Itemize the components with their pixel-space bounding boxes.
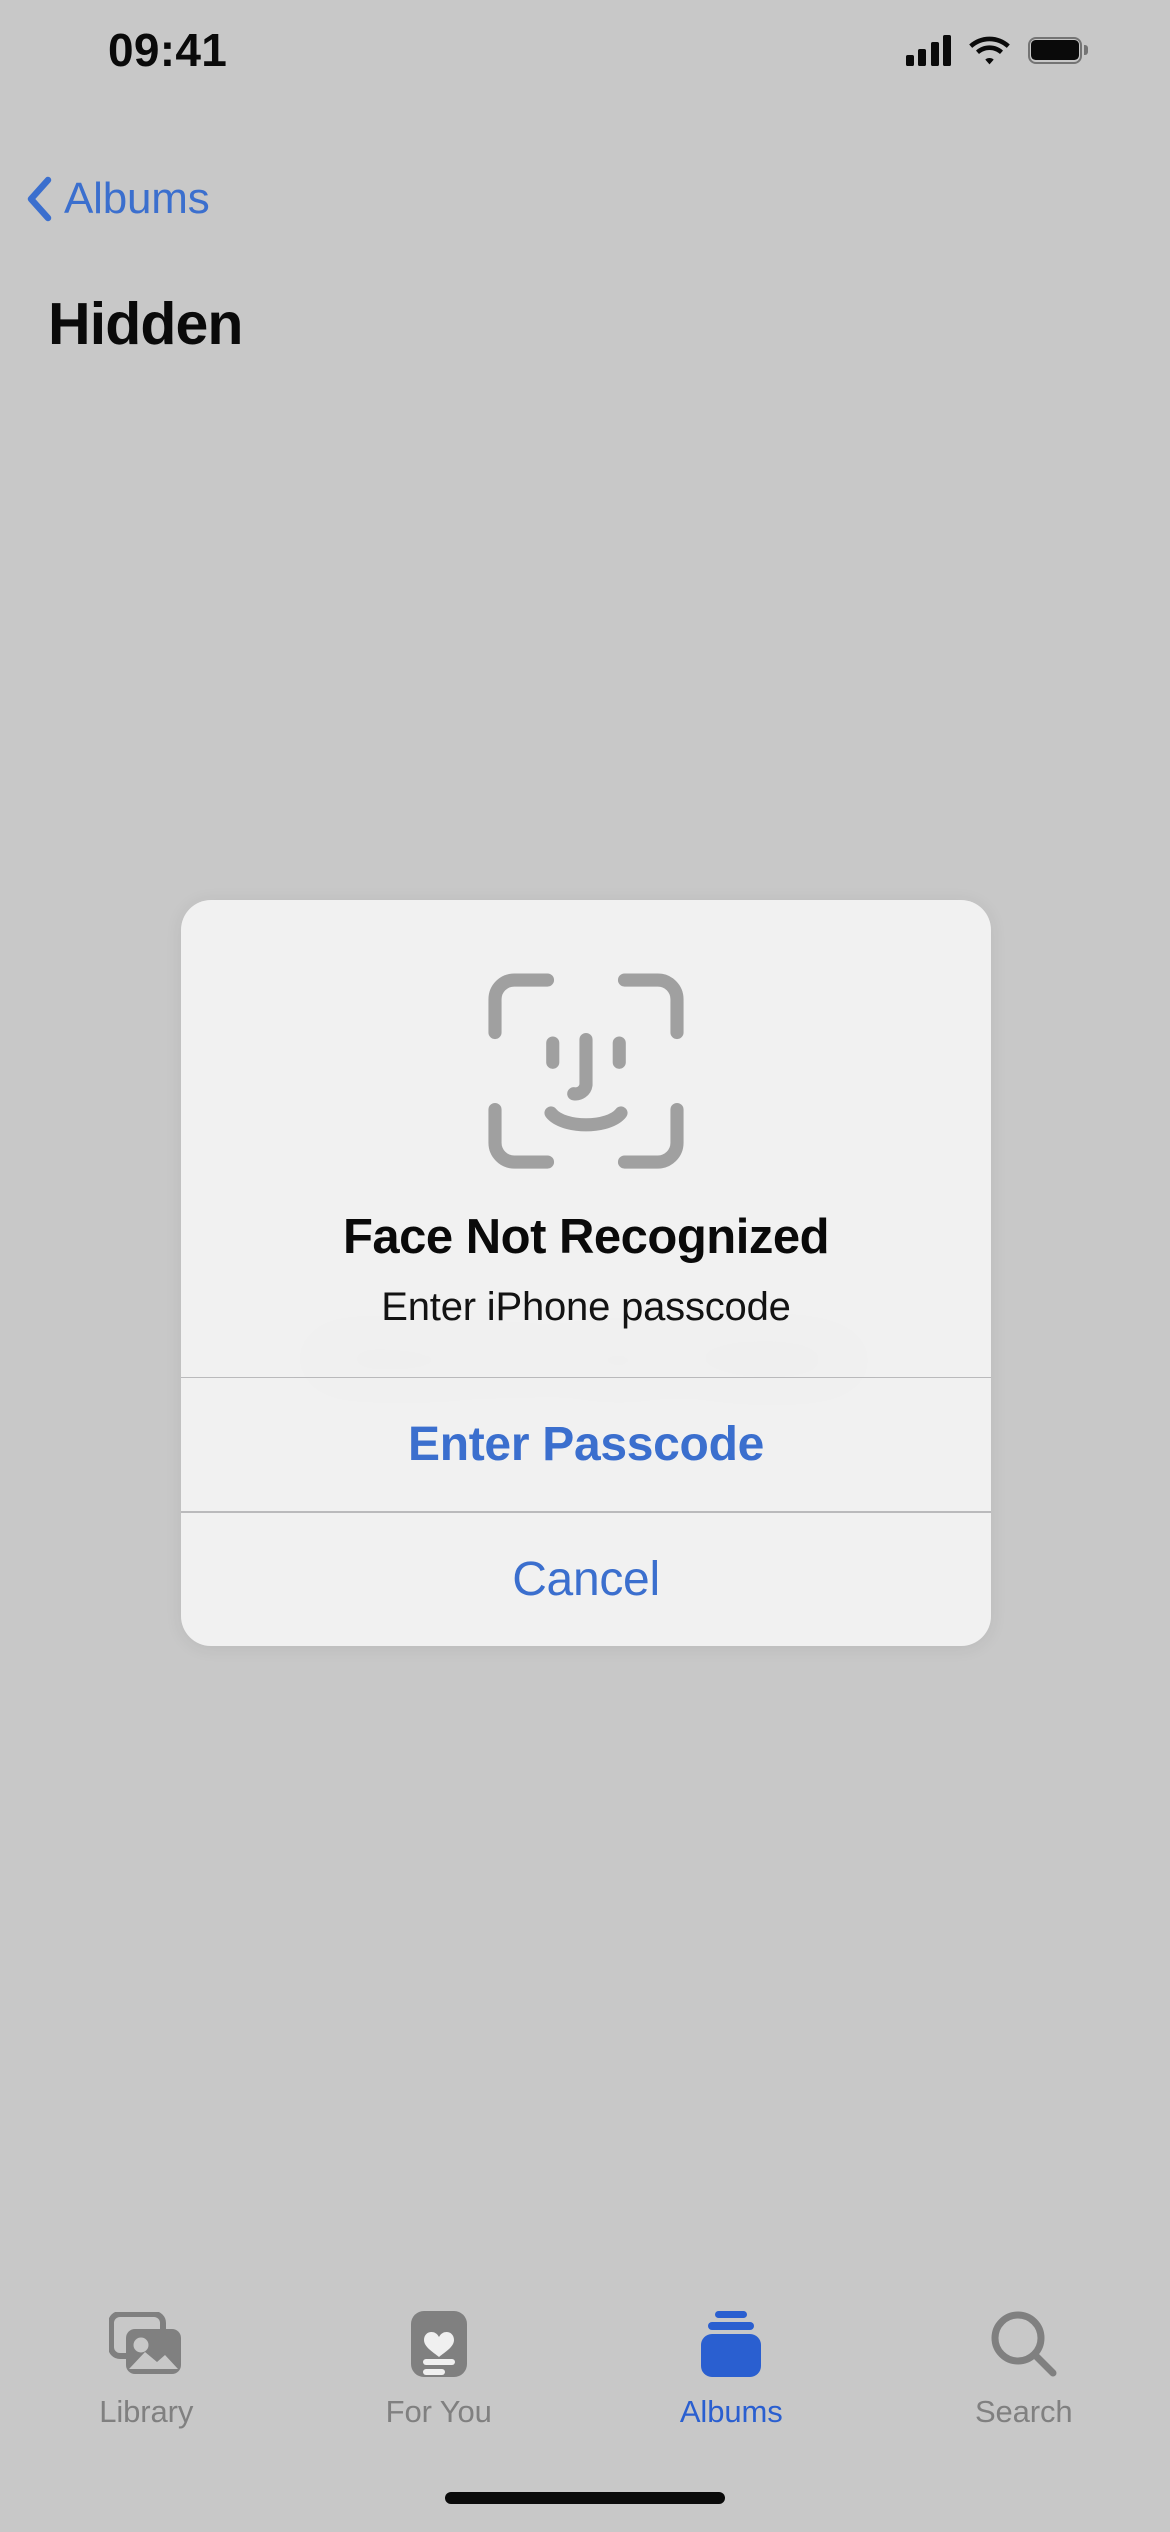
cancel-button[interactable]: Cancel: [181, 1513, 991, 1646]
battery-full-icon: [1028, 36, 1088, 64]
tab-library-label: Library: [99, 2394, 194, 2429]
status-bar: 09:41: [0, 0, 1170, 100]
tab-albums-label: Albums: [679, 2394, 783, 2429]
tab-for-you[interactable]: For You: [293, 2306, 586, 2427]
back-button[interactable]: Albums: [22, 176, 210, 222]
photos-hidden-album-screen: 09:41 Albums Hidden Face Not Recognized …: [0, 0, 1170, 2532]
tab-albums[interactable]: Albums: [585, 2306, 878, 2427]
wifi-icon: [969, 35, 1010, 66]
tab-search[interactable]: Search: [878, 2306, 1170, 2427]
albums-stack-icon: [693, 2306, 769, 2382]
tab-for-you-label: For You: [385, 2394, 492, 2429]
heart-card-icon: [401, 2306, 477, 2382]
status-bar-time: 09:41: [108, 24, 228, 76]
tab-search-label: Search: [974, 2394, 1073, 2429]
enter-passcode-button[interactable]: Enter Passcode: [181, 1378, 991, 1511]
alert-title: Face Not Recognized: [342, 1210, 830, 1264]
photo-stack-icon: [108, 2306, 184, 2382]
status-bar-indicators: [905, 34, 1088, 66]
back-button-label: Albums: [64, 174, 210, 223]
home-indicator[interactable]: [445, 2492, 725, 2504]
face-id-alert-dialog: Face Not Recognized Enter iPhone passcod…: [181, 900, 991, 1647]
page-title: Hidden: [48, 291, 243, 357]
search-icon: [986, 2306, 1062, 2382]
chevron-left-icon: [22, 176, 56, 222]
tab-library[interactable]: Library: [0, 2306, 293, 2427]
alert-subtitle: Enter iPhone passcode: [381, 1284, 791, 1329]
face-id-icon: [221, 966, 951, 1176]
cellular-signal-icon: [905, 34, 951, 66]
alert-content: Face Not Recognized Enter iPhone passcod…: [181, 900, 991, 1377]
